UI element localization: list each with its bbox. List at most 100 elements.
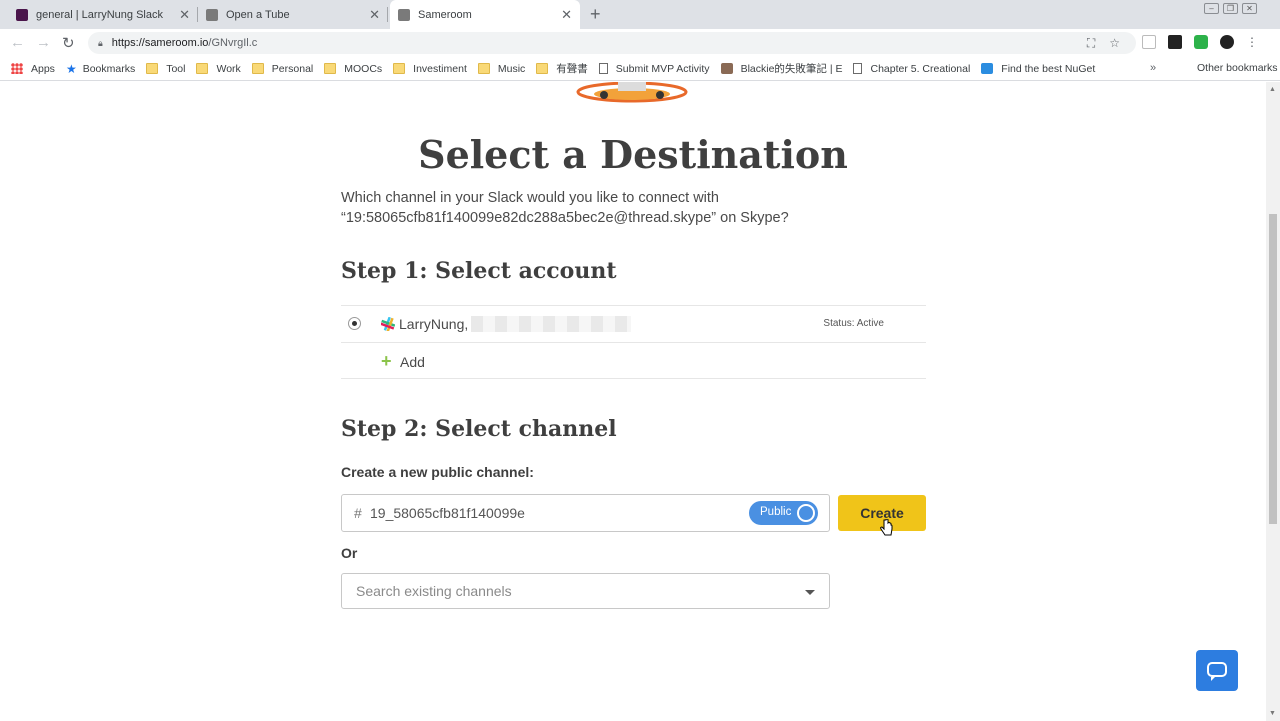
minimize-icon[interactable]: –: [1204, 3, 1219, 14]
new-tab-button[interactable]: +: [590, 4, 601, 25]
other-bookmarks[interactable]: Other bookmarks: [1177, 62, 1278, 74]
channel-name-value[interactable]: 19_58065cfb81f140099e: [370, 505, 525, 521]
folder-icon: [324, 63, 337, 74]
browser-tab-bar: general | LarryNung Slack ✕ Open a Tube …: [0, 0, 1280, 29]
address-bar[interactable]: 🔒︎ https://sameroom.io /GNvrgIl.c ⛶ ☆: [88, 32, 1136, 54]
account-row[interactable]: LarryNung, Status: Active: [341, 305, 926, 342]
tab-title: Sameroom: [418, 8, 472, 21]
extension-doc-icon[interactable]: [1142, 35, 1156, 49]
search-placeholder: Search existing channels: [356, 583, 512, 599]
slack-favicon-icon: [16, 8, 28, 21]
back-arrow-icon[interactable]: ←: [10, 34, 25, 51]
chat-bubble-icon: [1207, 662, 1227, 681]
tab-open-a-tube[interactable]: Open a Tube ✕: [198, 0, 388, 29]
page-icon: [853, 63, 863, 74]
page-scrollbar[interactable]: ▲ ▼: [1266, 82, 1280, 721]
bookmark-label: Apps: [31, 62, 55, 75]
scrollbar-thumb[interactable]: [1269, 214, 1277, 524]
scroll-up-icon[interactable]: ▲: [1269, 86, 1276, 93]
bookmark-folder-music[interactable]: Music: [477, 63, 525, 75]
extension-line-icon[interactable]: [1194, 35, 1208, 49]
add-account-label: Add: [400, 354, 425, 370]
folder-icon: [146, 63, 159, 74]
chat-widget-button[interactable]: [1196, 650, 1238, 691]
channel-name-input[interactable]: # 19_58065cfb81f140099e Public: [341, 494, 830, 532]
bookmark-label: Personal: [271, 62, 314, 75]
apps-grid-icon: [11, 63, 23, 74]
bookmark-folder-tool[interactable]: Tool: [146, 63, 185, 75]
close-tab-icon[interactable]: ✕: [561, 7, 572, 23]
bookmark-apps[interactable]: Apps: [11, 63, 55, 75]
nuget-icon: [981, 63, 994, 74]
bookmark-label: Work: [216, 62, 241, 75]
close-tab-icon[interactable]: ✕: [369, 7, 380, 23]
account-name: LarryNung,: [399, 316, 469, 332]
folder-icon: [477, 63, 490, 74]
intro-line: “19:58065cfb81f140099e82dc288a5bec2e@thr…: [341, 210, 789, 226]
sameroom-favicon-icon: [398, 8, 410, 21]
bookmark-label: Tool: [166, 62, 186, 75]
intro-line: Which channel in your Slack would you li…: [341, 190, 719, 206]
star-icon: ★: [65, 61, 77, 76]
public-toggle[interactable]: Public: [749, 501, 818, 525]
folder-icon: [393, 63, 406, 74]
bookmark-star-icon[interactable]: ☆: [1109, 36, 1120, 51]
translate-icon[interactable]: ⛶: [1087, 36, 1095, 51]
close-tab-icon[interactable]: ✕: [179, 7, 190, 23]
or-label: Or: [341, 545, 358, 561]
bookmark-folder-personal[interactable]: Personal: [251, 62, 314, 75]
extension-media-icon[interactable]: [1168, 35, 1182, 49]
browser-menu-icon[interactable]: ⋮: [1246, 35, 1258, 49]
tab-title: general | LarryNung Slack: [36, 8, 163, 21]
scroll-down-icon[interactable]: ▼: [1269, 710, 1276, 717]
create-channel-label: Create a new public channel:: [341, 464, 534, 480]
search-channels-dropdown[interactable]: Search existing channels: [341, 573, 830, 609]
bookmark-submit-mvp[interactable]: Submit MVP Activity: [598, 62, 710, 75]
folder-icon: [536, 63, 549, 74]
page-title: Select a Destination: [418, 132, 848, 177]
plus-icon: +: [381, 351, 392, 371]
tab-sameroom[interactable]: Sameroom ✕: [390, 0, 580, 29]
bookmark-folder-investiment[interactable]: Investiment: [393, 63, 467, 75]
bookmark-folder-work[interactable]: Work: [196, 62, 241, 75]
restore-icon[interactable]: ❐: [1223, 3, 1238, 14]
bookmark-chapter-5[interactable]: Chapter 5. Creational: [853, 63, 970, 75]
forward-arrow-icon[interactable]: →: [36, 34, 51, 51]
bookmarks-overflow-button[interactable]: »: [1150, 62, 1156, 74]
add-account-row[interactable]: + Add: [341, 342, 926, 379]
step1-heading: Step 1: Select account: [341, 258, 617, 284]
tab-title: Open a Tube: [226, 8, 290, 21]
close-window-icon[interactable]: ✕: [1242, 3, 1257, 14]
reload-icon[interactable]: ↻: [62, 34, 75, 52]
bookmark-label: Chapter 5. Creational: [870, 62, 971, 75]
page-viewport: Select a Destination Which channel in yo…: [0, 82, 1280, 721]
bookmark-label: Bookmarks: [82, 62, 136, 75]
bookmark-folder-audiobooks[interactable]: 有聲書: [536, 61, 588, 76]
sameroom-logo: [576, 82, 688, 103]
lock-icon[interactable]: 🔒︎: [98, 38, 103, 49]
url-path: /GNvrgIl.c: [208, 37, 258, 49]
page-icon: [598, 63, 608, 74]
bookmark-bookmarks[interactable]: ★ Bookmarks: [66, 62, 135, 76]
toggle-label: Public: [760, 506, 792, 518]
bookmark-label: Submit MVP Activity: [615, 62, 710, 75]
folder-icon: [196, 63, 209, 74]
profile-avatar-icon[interactable]: [1220, 35, 1234, 49]
folder-icon: [251, 63, 264, 74]
folder-icon: [1177, 63, 1189, 74]
toggle-knob: [797, 504, 815, 522]
open-a-tube-favicon-icon: [206, 8, 218, 21]
bookmark-folder-moocs[interactable]: MOOCs: [324, 63, 382, 75]
account-status: Status: Active: [823, 318, 884, 329]
avatar-icon: [720, 63, 733, 74]
chevron-down-icon[interactable]: [805, 590, 815, 595]
tab-slack-general[interactable]: general | LarryNung Slack ✕: [8, 0, 198, 29]
account-list: LarryNung, Status: Active + Add: [341, 305, 926, 379]
bookmark-blackie-notes[interactable]: Blackie的失敗筆記 | E: [720, 61, 842, 76]
account-radio[interactable]: [348, 317, 361, 330]
step2-heading: Step 2: Select channel: [341, 416, 617, 442]
browser-toolbar: ← → ↻ 🔒︎ https://sameroom.io /GNvrgIl.c …: [0, 29, 1280, 57]
bookmark-nuget[interactable]: Find the best NuGet: [981, 63, 1095, 75]
bookmark-label: 有聲書: [556, 63, 588, 75]
url-host: https://sameroom.io: [111, 37, 209, 49]
